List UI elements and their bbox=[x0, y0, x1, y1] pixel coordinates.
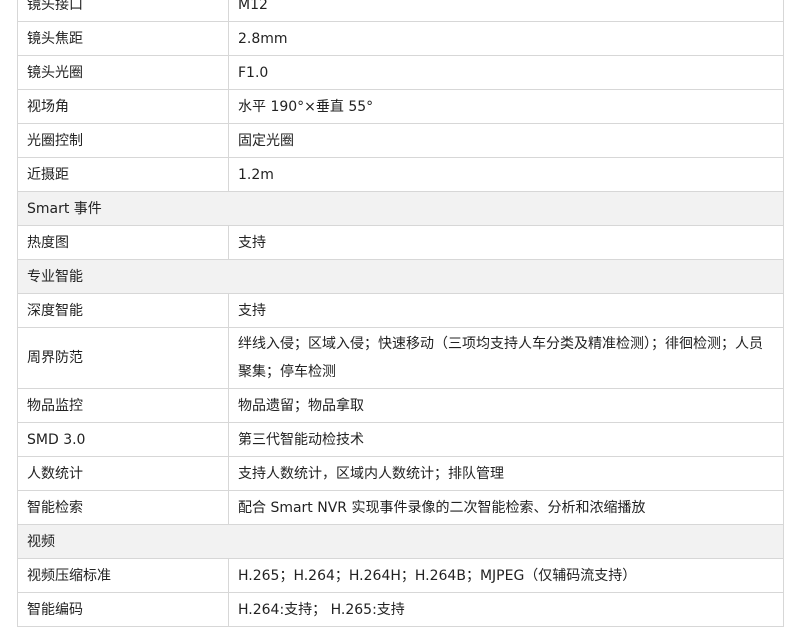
spec-row: SMD 3.0 第三代智能动检技术 bbox=[17, 422, 784, 457]
spec-row: 镜头焦距 2.8mm bbox=[17, 21, 784, 56]
spec-row: 热度图 支持 bbox=[17, 225, 784, 260]
spec-row: 近摄距 1.2m bbox=[17, 157, 784, 192]
spec-value: 1.2m bbox=[228, 157, 784, 192]
spec-label: 近摄距 bbox=[17, 157, 229, 192]
spec-row: 周界防范 绊线入侵；区域入侵；快速移动（三项均支持人车分类及精准检测）；徘徊检测；… bbox=[17, 327, 784, 389]
spec-label: 热度图 bbox=[17, 225, 229, 260]
spec-row: 智能检索 配合 Smart NVR 实现事件录像的二次智能检索、分析和浓缩播放 bbox=[17, 490, 784, 525]
section-title: 视频 bbox=[17, 524, 784, 559]
spec-label: 视场角 bbox=[17, 89, 229, 124]
spec-value: 2.8mm bbox=[228, 21, 784, 56]
spec-value: 水平 190°×垂直 55° bbox=[228, 89, 784, 124]
spec-label: 智能编码 bbox=[17, 592, 229, 627]
section-header-row: 视频 bbox=[17, 524, 784, 559]
spec-value: 支持人数统计，区域内人数统计；排队管理 bbox=[228, 456, 784, 491]
spec-label: 镜头接口 bbox=[17, 0, 229, 22]
spec-row: 镜头接口 M12 bbox=[17, 0, 784, 22]
spec-label: 周界防范 bbox=[17, 327, 229, 389]
spec-value: 绊线入侵；区域入侵；快速移动（三项均支持人车分类及精准检测）；徘徊检测；人员聚集… bbox=[228, 327, 784, 389]
spec-value: 第三代智能动检技术 bbox=[228, 422, 784, 457]
spec-table-body: 镜头接口 M12 镜头焦距 2.8mm 镜头光圈 F1.0 视场角 水平 190°×垂直 55… bbox=[17, 0, 784, 627]
spec-row: 镜头光圈 F1.0 bbox=[17, 55, 784, 90]
spec-row: 视场角 水平 190°×垂直 55° bbox=[17, 89, 784, 124]
section-title: 专业智能 bbox=[17, 259, 784, 294]
spec-value: 物品遗留；物品拿取 bbox=[228, 388, 784, 423]
spec-value: 配合 Smart NVR 实现事件录像的二次智能检索、分析和浓缩播放 bbox=[228, 490, 784, 525]
spec-value: H.264:支持； H.265:支持 bbox=[228, 592, 784, 627]
spec-table-container: 镜头接口 M12 镜头焦距 2.8mm 镜头光圈 F1.0 视场角 水平 190°×垂直 55… bbox=[17, 0, 784, 627]
spec-value: F1.0 bbox=[228, 55, 784, 90]
spec-label: 光圈控制 bbox=[17, 123, 229, 158]
spec-label: SMD 3.0 bbox=[17, 422, 229, 457]
spec-row: 视频压缩标准 H.265；H.264；H.264H；H.264B；MJPEG（仅辅… bbox=[17, 558, 784, 593]
spec-value: 固定光圈 bbox=[228, 123, 784, 158]
spec-value: H.265；H.264；H.264H；H.264B；MJPEG（仅辅码流支持） bbox=[228, 558, 784, 593]
section-header-row: 专业智能 bbox=[17, 259, 784, 294]
spec-label: 人数统计 bbox=[17, 456, 229, 491]
spec-row: 智能编码 H.264:支持； H.265:支持 bbox=[17, 592, 784, 627]
spec-row: 人数统计 支持人数统计，区域内人数统计；排队管理 bbox=[17, 456, 784, 491]
spec-value: 支持 bbox=[228, 225, 784, 260]
spec-row: 光圈控制 固定光圈 bbox=[17, 123, 784, 158]
spec-label: 智能检索 bbox=[17, 490, 229, 525]
section-header-row: Smart 事件 bbox=[17, 191, 784, 226]
spec-value: M12 bbox=[228, 0, 784, 22]
spec-label: 视频压缩标准 bbox=[17, 558, 229, 593]
spec-label: 镜头焦距 bbox=[17, 21, 229, 56]
spec-label: 物品监控 bbox=[17, 388, 229, 423]
spec-table: 镜头接口 M12 镜头焦距 2.8mm 镜头光圈 F1.0 视场角 水平 190°×垂直 55… bbox=[17, 0, 784, 627]
section-title: Smart 事件 bbox=[17, 191, 784, 226]
spec-label: 镜头光圈 bbox=[17, 55, 229, 90]
spec-row: 物品监控 物品遗留；物品拿取 bbox=[17, 388, 784, 423]
spec-value: 支持 bbox=[228, 293, 784, 328]
spec-label: 深度智能 bbox=[17, 293, 229, 328]
spec-row: 深度智能 支持 bbox=[17, 293, 784, 328]
